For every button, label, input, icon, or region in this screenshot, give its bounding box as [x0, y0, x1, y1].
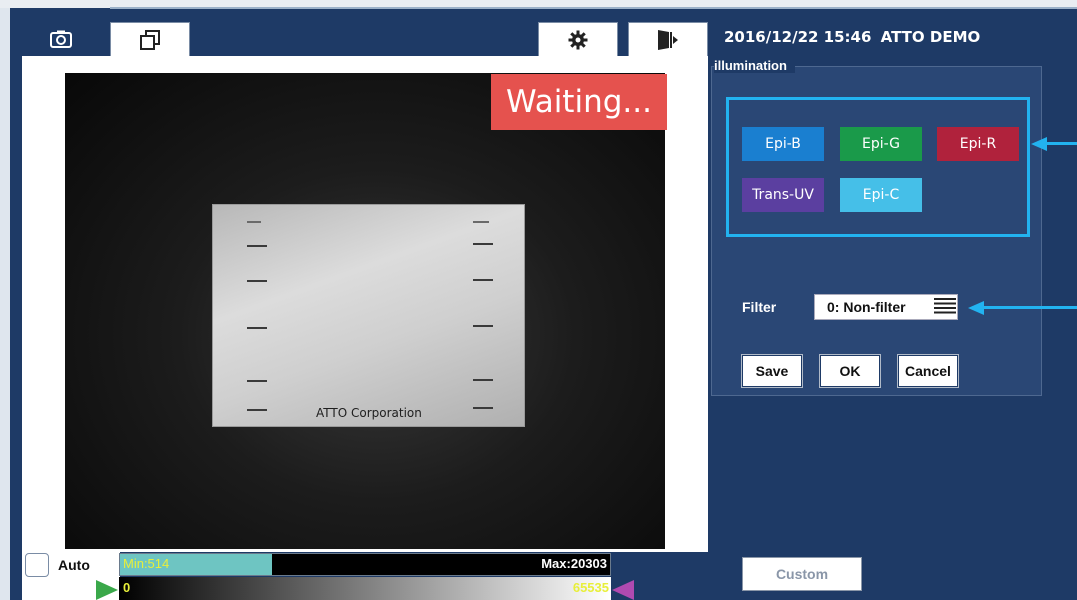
epi-g-button[interactable]: Epi-G: [840, 127, 922, 161]
datetime-text: 2016/12/22 15:46: [724, 28, 872, 46]
ok-button[interactable]: OK: [819, 354, 881, 388]
window-top-border: [110, 7, 1077, 9]
auto-checkbox[interactable]: [25, 553, 49, 577]
window-left-edge: [0, 0, 10, 600]
max-slider-handle[interactable]: [612, 580, 634, 600]
membrane-label: ATTO Corporation: [316, 406, 422, 420]
device-name: ATTO DEMO: [880, 28, 981, 46]
epi-b-button[interactable]: Epi-B: [742, 127, 824, 161]
illumination-title: illumination: [714, 58, 795, 73]
trans-uv-button[interactable]: Trans-UV: [742, 178, 824, 212]
illumination-highlight-box: [726, 97, 1030, 237]
datetime-header: 2016/12/22 15:46 ATTO DEMO: [724, 28, 980, 46]
range-max-label: 65535: [572, 580, 609, 595]
status-badge: Waiting...: [491, 74, 667, 130]
annotation-arrow-illumination: [1031, 137, 1047, 151]
gear-icon: [568, 30, 588, 49]
annotation-arrow-line-illumination: [1046, 142, 1077, 145]
min-slider-handle[interactable]: [96, 580, 118, 600]
epi-c-button[interactable]: Epi-C: [840, 178, 922, 212]
filter-value: 0: Non-filter: [827, 299, 906, 315]
exit-button[interactable]: [628, 22, 708, 56]
filter-label: Filter: [742, 299, 777, 315]
menu-icon[interactable]: [934, 297, 956, 317]
cancel-button[interactable]: Cancel: [897, 354, 959, 388]
tab-windows[interactable]: [110, 22, 190, 56]
membrane-image: [212, 204, 525, 427]
annotation-arrow-filter: [968, 301, 984, 315]
range-min-label: 0: [123, 580, 131, 595]
auto-label: Auto: [58, 557, 90, 573]
windows-icon: [140, 29, 160, 50]
camera-icon: [50, 30, 72, 48]
annotation-arrow-line-filter: [984, 306, 1077, 309]
histogram-gradient: [119, 577, 611, 600]
settings-button[interactable]: [538, 22, 618, 56]
epi-r-button[interactable]: Epi-R: [937, 127, 1019, 161]
tab-capture[interactable]: [22, 22, 100, 56]
histogram-min-label: Min:514: [123, 556, 170, 571]
exit-icon: [658, 29, 678, 50]
custom-button[interactable]: Custom: [742, 557, 862, 591]
save-button[interactable]: Save: [741, 354, 803, 388]
histogram-max-label: Max:20303: [541, 556, 607, 571]
